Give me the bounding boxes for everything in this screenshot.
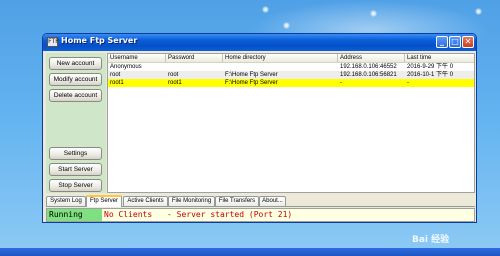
modify-account-button[interactable]: Modify account	[49, 73, 102, 86]
status-message: - Server started (Port 21)	[167, 210, 293, 219]
tab-file-transfers[interactable]: File Transfers	[215, 196, 259, 206]
watermark: Bai 经验	[412, 235, 450, 245]
stop-server-button[interactable]: Stop Server	[49, 179, 102, 192]
new-account-button[interactable]: New account	[49, 57, 102, 70]
column-header-home-directory[interactable]: Home directory	[223, 54, 338, 62]
ftp-server-window: FTP Home Ftp Server _ □ ✕ New account Mo…	[42, 33, 477, 223]
cell-home-directory: F:\Home Ftp Server	[225, 72, 278, 78]
table-row-selected[interactable]: root1 root1 F:\Home Ftp Server - -	[108, 79, 474, 87]
cell-username: Anonymous	[110, 64, 142, 70]
column-header-username[interactable]: Username	[108, 54, 166, 62]
sparkle-decoration	[475, 8, 482, 15]
table-row[interactable]: root root F:\Home Ftp Server 192.168.0.1…	[108, 71, 474, 79]
close-button[interactable]: ✕	[462, 36, 474, 48]
cell-password: root	[168, 72, 179, 78]
minimize-button[interactable]: _	[436, 36, 448, 48]
cell-address: 192.168.0.106:46552	[340, 64, 397, 70]
cell-home-directory: F:\Home Ftp Server	[225, 80, 278, 86]
list-header: Username Password Home directory Address…	[108, 54, 474, 63]
settings-button[interactable]: Settings	[49, 147, 102, 160]
status-bar: Running No Clients - Server started (Por…	[46, 208, 475, 222]
cell-last-time: 2016-9-29 下午 0	[407, 64, 454, 70]
sparkle-decoration	[262, 6, 269, 13]
tab-active-clients[interactable]: Active Clients	[123, 196, 168, 206]
cell-username: root	[110, 72, 121, 78]
cell-last-time: -	[407, 80, 409, 86]
column-header-address[interactable]: Address	[338, 54, 405, 62]
client-count-text: No Clients	[104, 210, 153, 219]
column-header-password[interactable]: Password	[166, 54, 223, 62]
window-title: Home Ftp Server	[61, 36, 138, 45]
server-state-indicator: Running	[47, 209, 102, 221]
cell-address: -	[340, 80, 342, 86]
cell-password: root1	[168, 80, 182, 86]
cell-home-directory	[223, 63, 338, 71]
sparkle-decoration	[283, 22, 290, 29]
sidebar: New account Modify account Delete accoun…	[46, 53, 106, 193]
cell-username: root1	[110, 80, 124, 86]
tab-system-log[interactable]: System Log	[46, 196, 86, 206]
start-server-button[interactable]: Start Server	[49, 163, 102, 176]
accounts-list[interactable]: Username Password Home directory Address…	[107, 53, 475, 193]
tab-strip: System Log Ftp Server Active Clients Fil…	[46, 195, 475, 207]
cell-last-time: 2016-10-1 下午 0	[407, 72, 454, 78]
title-bar[interactable]: FTP Home Ftp Server _ □ ✕	[43, 34, 476, 51]
column-header-last-time[interactable]: Last time	[405, 54, 474, 62]
taskbar	[0, 248, 500, 256]
cell-password	[166, 63, 223, 71]
cell-address: 192.168.0.106:56821	[340, 72, 397, 78]
maximize-button[interactable]: □	[449, 36, 461, 48]
sparkle-decoration	[370, 10, 377, 17]
tab-about[interactable]: About...	[259, 196, 286, 206]
table-row[interactable]: Anonymous 192.168.0.106:46552 2016-9-29 …	[108, 63, 474, 71]
delete-account-button[interactable]: Delete account	[49, 89, 102, 102]
app-icon[interactable]: FTP	[47, 37, 59, 47]
tab-ftp-server[interactable]: Ftp Server	[86, 195, 122, 207]
tab-file-monitoring[interactable]: File Monitoring	[168, 196, 215, 206]
